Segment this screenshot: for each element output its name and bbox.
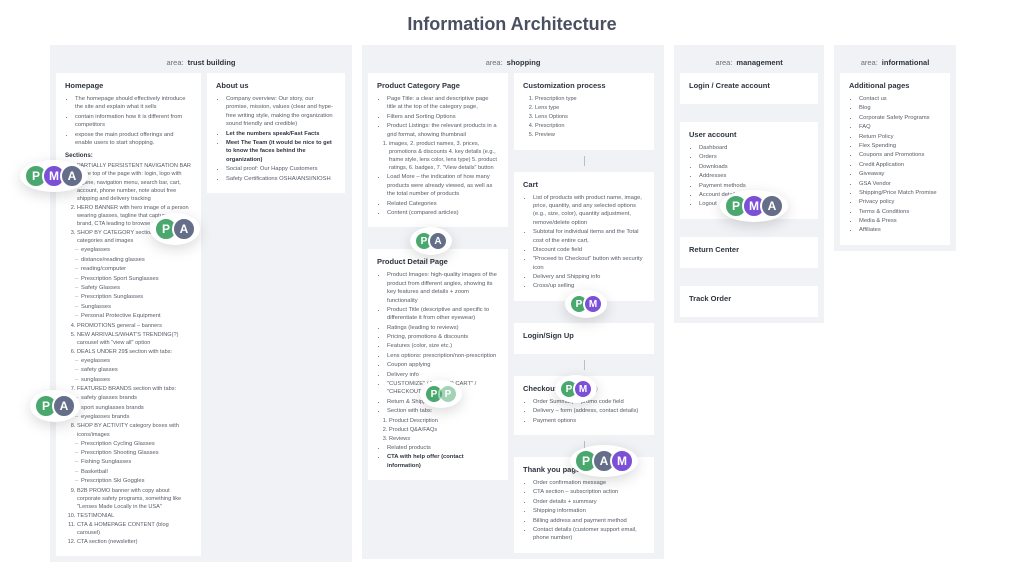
card-title: Product Category Page (377, 81, 499, 90)
page-title: Information Architecture (0, 14, 1024, 35)
card-title: User account (689, 130, 809, 139)
card-title: Customization process (523, 81, 645, 90)
card-product-detail: Product Detail Page Product Images: high… (368, 249, 508, 480)
avatar-cluster[interactable]: P M (555, 375, 597, 403)
area-header-trust: area:trust building (56, 51, 346, 73)
avatar-cluster[interactable]: P A (410, 227, 452, 255)
avatar-cluster[interactable]: P M (565, 290, 607, 318)
card-title: Product Detail Page (377, 257, 499, 266)
avatar-cluster[interactable]: P A (150, 213, 200, 245)
area-shopping: area:shopping Product Category Page Page… (362, 45, 664, 559)
area-informational: area:informational Additional pages Cont… (834, 45, 956, 251)
area-trust-building: area:trust building Homepage The homepag… (50, 45, 352, 562)
avatar-cluster[interactable]: P A (30, 390, 80, 422)
avatar-m-icon: M (573, 379, 593, 399)
card-track-order: Track Order (680, 286, 818, 317)
area-header-shopping: area:shopping (368, 51, 658, 73)
card-login-signup: Login/Sign Up (514, 323, 654, 354)
area-header-informational: area:informational (840, 51, 950, 73)
card-title: About us (216, 81, 336, 90)
connector (514, 360, 654, 370)
area-header-management: area:management (680, 51, 818, 73)
card-title: Login/Sign Up (523, 331, 645, 340)
card-title: Homepage (65, 81, 192, 90)
card-title: Return Center (689, 245, 809, 254)
card-title: Additional pages (849, 81, 941, 90)
avatar-m-icon: M (583, 294, 603, 314)
card-cart: Cart List of products with product name,… (514, 172, 654, 301)
avatar-a-icon: A (428, 231, 448, 251)
connector (514, 156, 654, 166)
avatar-a-icon: A (760, 194, 784, 218)
area-management: area:management Login / Create account U… (674, 45, 824, 323)
avatar-cluster[interactable]: P M A (20, 160, 88, 192)
card-additional-pages: Additional pages Contact us Blog Corpora… (840, 73, 950, 245)
avatar-a-icon: A (172, 217, 196, 241)
avatar-p-icon: P (438, 384, 458, 404)
avatar-cluster[interactable]: P P (420, 380, 462, 408)
card-return-center: Return Center (680, 237, 818, 268)
avatar-a-icon: A (52, 394, 76, 418)
card-login-create: Login / Create account (680, 73, 818, 104)
canvas: area:trust building Homepage The homepag… (0, 45, 1024, 562)
avatar-a-icon: A (60, 164, 84, 188)
card-title: Login / Create account (689, 81, 809, 90)
avatar-cluster[interactable]: P A M (570, 445, 638, 477)
card-title: Track Order (689, 294, 809, 303)
card-customization: Customization process Prescription type … (514, 73, 654, 150)
avatar-cluster[interactable]: P M A (720, 190, 788, 222)
label-sections: Sections: (65, 152, 192, 159)
card-product-category: Product Category Page Page Title: a clea… (368, 73, 508, 227)
avatar-m-icon: M (610, 449, 634, 473)
card-homepage: Homepage The homepage should effectively… (56, 73, 201, 556)
card-title: Cart (523, 180, 645, 189)
card-about-us: About us Company overview: Our story, ou… (207, 73, 345, 193)
